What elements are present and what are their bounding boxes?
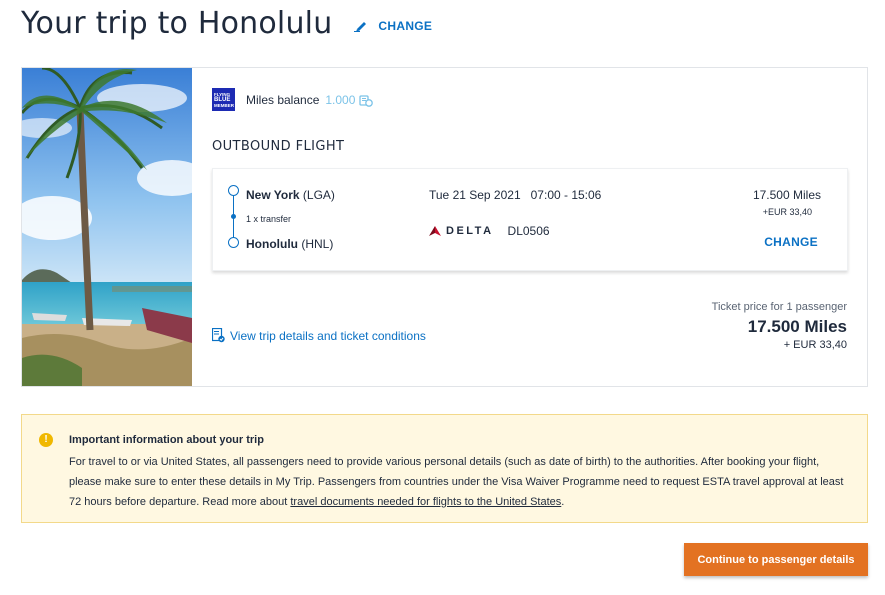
info-body: For travel to or via United States, all … xyxy=(69,452,849,512)
destination-city: Honolulu xyxy=(246,237,298,251)
warning-icon: ! xyxy=(39,433,53,447)
change-trip-label: CHANGE xyxy=(378,18,433,33)
info-body-end: . xyxy=(561,496,565,508)
miles-balance-label: Miles balance xyxy=(246,92,320,107)
transfer-info: 1 x transfer xyxy=(246,214,292,224)
flight-datetime: Tue 21 Sep 2021 07:00 - 15:06 xyxy=(429,188,602,202)
document-icon xyxy=(212,328,225,343)
origin-city: New York xyxy=(246,188,300,202)
pencil-icon xyxy=(354,21,367,32)
miles-balance: FLYING BLUE MEMBER Miles balance 1.000 xyxy=(212,88,374,111)
important-info-box: ! Important information about your trip … xyxy=(21,414,868,523)
miles-coins-icon xyxy=(359,94,374,107)
transfer-dot xyxy=(231,214,236,219)
logo-text: MEMBER xyxy=(214,103,234,108)
destination-code: (HNL) xyxy=(301,237,334,251)
ticket-price-miles: 17.500 Miles xyxy=(747,317,847,336)
ticket-price-eur: + EUR 33,40 xyxy=(783,339,847,351)
airline-name: DELTA xyxy=(446,225,494,237)
change-flight-button[interactable]: CHANGE xyxy=(764,235,818,249)
trip-summary-page: Your trip to Honolulu CHANGE FLYING BLUE… xyxy=(0,0,885,595)
outbound-heading: OUTBOUND FLIGHT xyxy=(212,139,345,154)
outbound-flight-card: New York (LGA) 1 x transfer Honolulu (HN… xyxy=(212,168,848,271)
flying-blue-logo: FLYING BLUE MEMBER xyxy=(212,88,235,111)
travel-documents-link[interactable]: travel documents needed for flights to t… xyxy=(290,496,561,508)
airline-info: DELTA DL0506 xyxy=(429,224,550,238)
change-trip-button[interactable]: CHANGE xyxy=(354,19,432,33)
page-header: Your trip to Honolulu CHANGE xyxy=(21,6,432,41)
delta-logo-icon xyxy=(429,226,441,236)
flight-number: DL0506 xyxy=(507,224,550,238)
view-trip-details-link[interactable]: View trip details and ticket conditions xyxy=(212,328,426,343)
destination-dot xyxy=(228,237,239,248)
miles-balance-value: 1.000 xyxy=(325,92,356,107)
continue-to-passenger-details-button[interactable]: Continue to passenger details xyxy=(684,543,868,576)
view-trip-details-label: View trip details and ticket conditions xyxy=(230,328,426,343)
ticket-price-label: Ticket price for 1 passenger xyxy=(711,301,847,313)
ticket-price: Ticket price for 1 passenger 17.500 Mile… xyxy=(712,301,847,351)
origin: New York (LGA) xyxy=(246,188,335,202)
page-title: Your trip to Honolulu xyxy=(21,6,333,41)
honolulu-beach-image xyxy=(22,68,192,386)
destination: Honolulu (HNL) xyxy=(246,237,333,251)
origin-dot xyxy=(228,185,239,196)
flight-price-miles: 17.500 Miles xyxy=(752,188,821,202)
flight-price-eur: +EUR 33,40 xyxy=(762,207,812,217)
trip-card: FLYING BLUE MEMBER Miles balance 1.000 O… xyxy=(21,67,868,387)
origin-code: (LGA) xyxy=(302,188,335,202)
info-title: Important information about your trip xyxy=(69,434,264,446)
